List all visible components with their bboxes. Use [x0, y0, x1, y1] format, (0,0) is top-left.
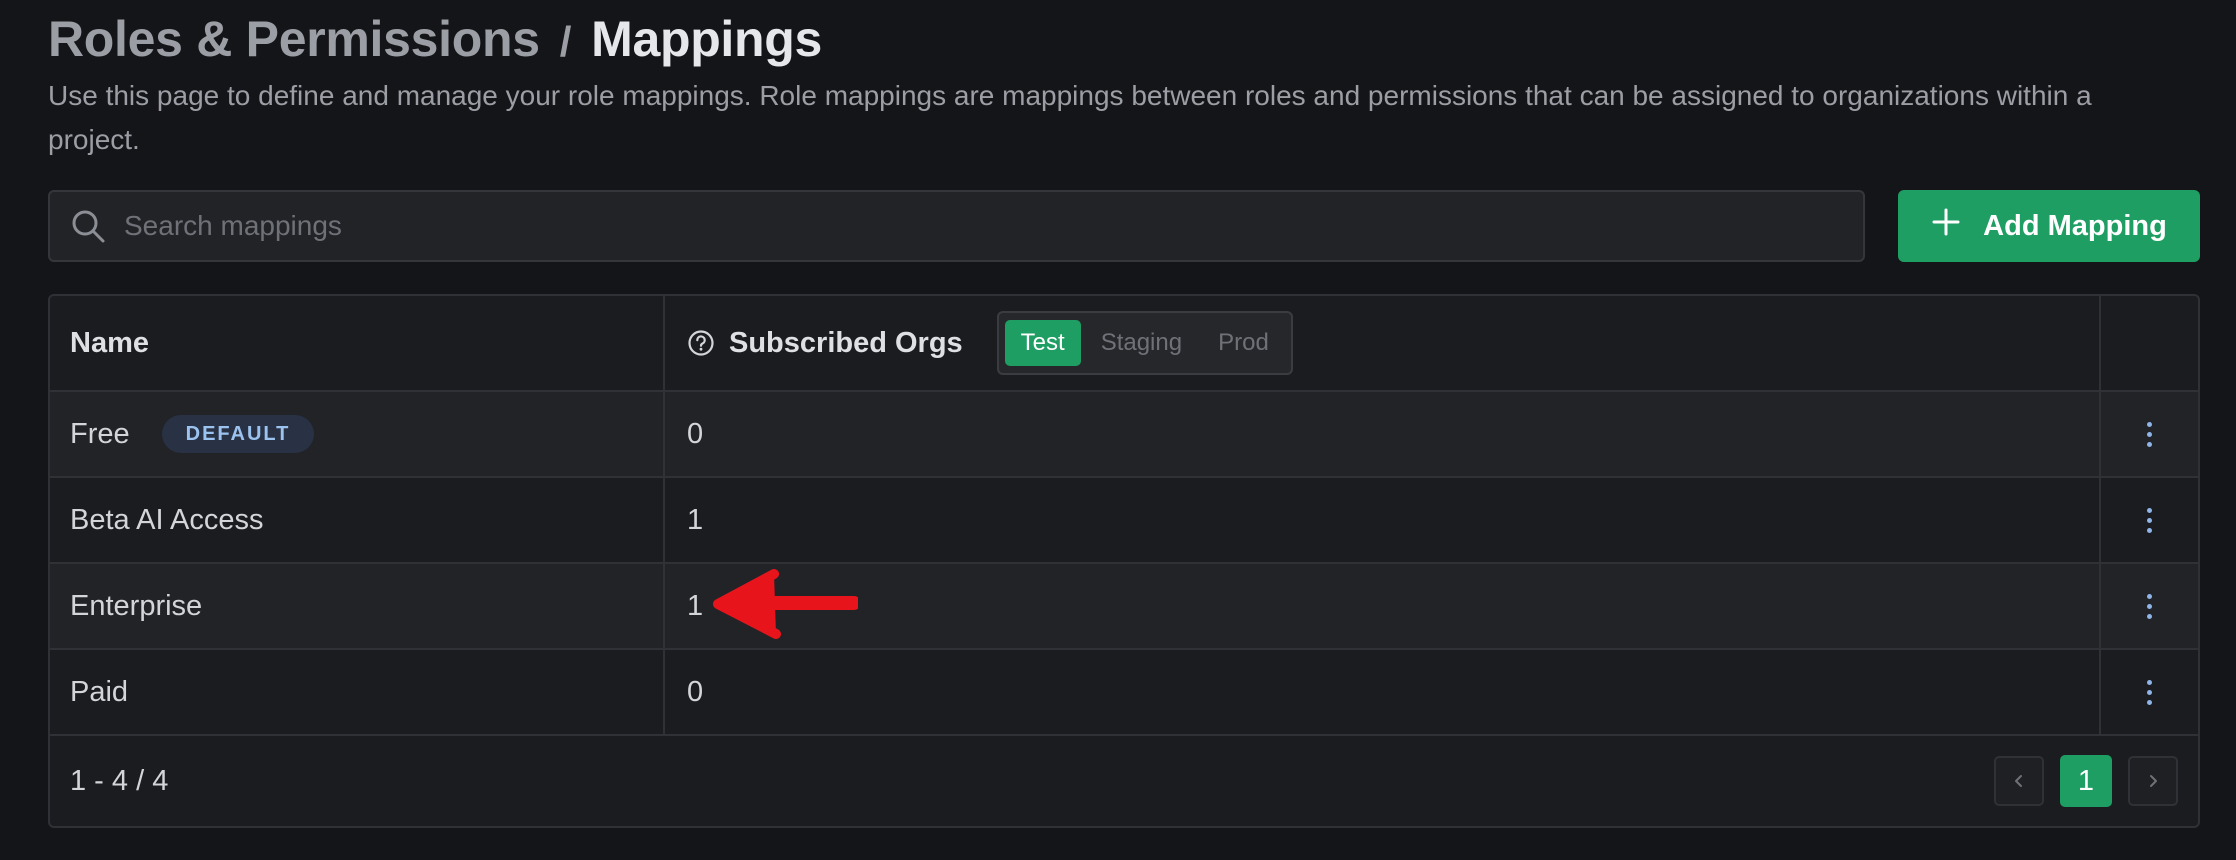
column-subscribed-orgs-label: Subscribed Orgs	[729, 326, 963, 359]
row-name: Paid	[70, 675, 129, 708]
search-icon	[52, 192, 124, 260]
row-subscribed-orgs-cell: 1	[665, 564, 2101, 648]
more-vertical-icon[interactable]	[2147, 421, 2152, 447]
row-subscribed-orgs: 1	[687, 503, 704, 536]
row-subscribed-orgs: 1	[687, 589, 704, 622]
row-actions-cell	[2101, 392, 2198, 476]
mappings-page: Roles & Permissions / Mappings Use this …	[0, 0, 2236, 860]
table-row[interactable]: Beta AI Access 1	[50, 478, 2198, 564]
page-title: Mappings	[591, 11, 823, 67]
env-option-test[interactable]: Test	[1004, 320, 1081, 366]
more-vertical-icon[interactable]	[2147, 679, 2152, 705]
row-subscribed-orgs: 0	[687, 675, 704, 708]
row-name-cell: Enterprise	[50, 564, 665, 648]
mappings-table: Name Subscribed Orgs Test Staging Prod F…	[48, 294, 2200, 828]
add-mapping-button[interactable]: Add Mapping	[1898, 190, 2200, 262]
row-subscribed-orgs-cell: 1	[665, 478, 2101, 562]
row-actions-cell	[2101, 564, 2198, 648]
pagination: 1	[1994, 755, 2178, 807]
default-badge: DEFAULT	[161, 415, 315, 453]
row-name: Beta AI Access	[70, 503, 264, 536]
row-name: Enterprise	[70, 589, 203, 622]
row-actions-cell	[2101, 650, 2198, 734]
row-name-cell: Paid	[50, 650, 665, 734]
env-option-prod[interactable]: Prod	[1202, 320, 1285, 366]
column-header-subscribed-orgs: Subscribed Orgs Test Staging Prod	[665, 296, 2101, 390]
column-name-label: Name	[70, 326, 149, 359]
row-name-cell: Beta AI Access	[50, 478, 665, 562]
pagination-range: 1 - 4 / 4	[70, 764, 169, 797]
breadcrumb-separator: /	[559, 18, 572, 65]
search-box[interactable]	[48, 190, 1865, 262]
prev-page-button[interactable]	[1994, 756, 2044, 806]
page-number-button[interactable]: 1	[2060, 755, 2112, 807]
column-header-actions	[2101, 296, 2198, 390]
more-vertical-icon[interactable]	[2147, 507, 2152, 533]
row-subscribed-orgs: 0	[687, 417, 704, 450]
table-row[interactable]: Free DEFAULT 0	[50, 392, 2198, 478]
environment-toggle: Test Staging Prod	[996, 311, 1293, 375]
table-header-row: Name Subscribed Orgs Test Staging Prod	[50, 296, 2198, 392]
next-page-button[interactable]	[2128, 756, 2178, 806]
column-header-name[interactable]: Name	[50, 296, 665, 390]
table-footer: 1 - 4 / 4 1	[50, 736, 2198, 826]
more-vertical-icon[interactable]	[2147, 593, 2152, 619]
breadcrumb-roles-permissions[interactable]: Roles & Permissions	[48, 10, 540, 68]
row-subscribed-orgs-cell: 0	[665, 650, 2101, 734]
plus-icon	[1931, 207, 1961, 245]
search-input[interactable]	[124, 192, 1863, 260]
table-row[interactable]: Enterprise 1	[50, 564, 2198, 650]
row-actions-cell	[2101, 478, 2198, 562]
env-option-staging[interactable]: Staging	[1085, 320, 1198, 366]
annotation-arrow-icon	[713, 569, 858, 639]
add-mapping-label: Add Mapping	[1983, 209, 2167, 242]
page-description: Use this page to define and manage your …	[48, 80, 2092, 155]
chevron-right-icon	[2150, 775, 2157, 787]
row-subscribed-orgs-cell: 0	[665, 392, 2101, 476]
table-row[interactable]: Paid 0	[50, 650, 2198, 736]
help-circle-icon[interactable]	[687, 329, 715, 357]
row-name: Free	[70, 417, 130, 450]
row-name-cell: Free DEFAULT	[50, 392, 665, 476]
breadcrumb: Roles & Permissions / Mappings	[48, 10, 822, 68]
chevron-left-icon	[2015, 775, 2022, 787]
